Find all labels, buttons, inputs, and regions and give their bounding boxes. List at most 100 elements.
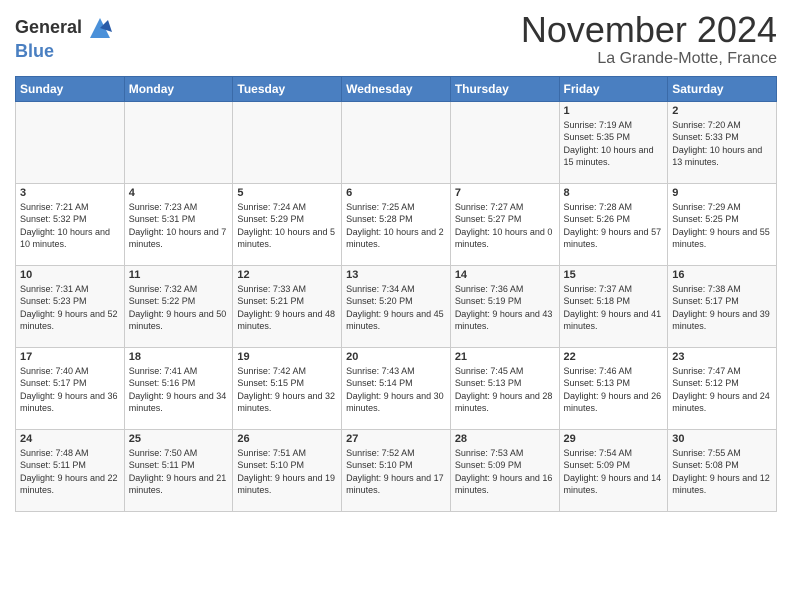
day-info: Sunrise: 7:40 AM Sunset: 5:17 PM Dayligh…: [20, 365, 120, 415]
weekday-header-sunday: Sunday: [16, 76, 125, 101]
calendar-cell: 7 Sunrise: 7:27 AM Sunset: 5:27 PM Daylig…: [450, 183, 559, 265]
week-row-2: 3 Sunrise: 7:21 AM Sunset: 5:32 PM Daylig…: [16, 183, 777, 265]
calendar-cell: 3 Sunrise: 7:21 AM Sunset: 5:32 PM Daylig…: [16, 183, 125, 265]
day-info: Sunrise: 7:41 AM Sunset: 5:16 PM Dayligh…: [129, 365, 229, 415]
weekday-header-saturday: Saturday: [668, 76, 777, 101]
title-block: November 2024 La Grande-Motte, France: [521, 10, 777, 68]
calendar-cell: 11Sunrise: 7:32 AM Sunset: 5:22 PM Dayli…: [124, 265, 233, 347]
weekday-header-tuesday: Tuesday: [233, 76, 342, 101]
day-number: 19: [237, 351, 337, 363]
day-number: 17: [20, 351, 120, 363]
day-info: Sunrise: 7:38 AM Sunset: 5:17 PM Dayligh…: [672, 283, 772, 333]
day-number: 14: [455, 269, 555, 281]
location: La Grande-Motte, France: [521, 50, 777, 68]
calendar-cell: 19Sunrise: 7:42 AM Sunset: 5:15 PM Dayli…: [233, 347, 342, 429]
day-number: 2: [672, 105, 772, 117]
day-info: Sunrise: 7:54 AM Sunset: 5:09 PM Dayligh…: [564, 447, 664, 497]
day-info: Sunrise: 7:31 AM Sunset: 5:23 PM Dayligh…: [20, 283, 120, 333]
day-number: 26: [237, 433, 337, 445]
calendar-table: SundayMondayTuesdayWednesdayThursdayFrid…: [15, 76, 777, 512]
day-number: 11: [129, 269, 229, 281]
day-info: Sunrise: 7:25 AM Sunset: 5:28 PM Dayligh…: [346, 201, 446, 251]
calendar-cell: 28Sunrise: 7:53 AM Sunset: 5:09 PM Dayli…: [450, 429, 559, 511]
calendar-cell: 2 Sunrise: 7:20 AM Sunset: 5:33 PM Daylig…: [668, 101, 777, 183]
calendar-cell: 13 Sunrise: 7:34 AM Sunset: 5:20 PM Dayli…: [342, 265, 451, 347]
logo-text-blue: Blue: [15, 41, 54, 61]
weekday-header-thursday: Thursday: [450, 76, 559, 101]
day-info: Sunrise: 7:34 AM Sunset: 5:20 PM Dayligh…: [346, 283, 446, 333]
day-info: Sunrise: 7:29 AM Sunset: 5:25 PM Dayligh…: [672, 201, 772, 251]
calendar-cell: [342, 101, 451, 183]
calendar-cell: 5 Sunrise: 7:24 AM Sunset: 5:29 PM Daylig…: [233, 183, 342, 265]
calendar-cell: 24 Sunrise: 7:48 AM Sunset: 5:11 PM Dayli…: [16, 429, 125, 511]
day-number: 10: [20, 269, 120, 281]
calendar-cell: 27Sunrise: 7:52 AM Sunset: 5:10 PM Dayli…: [342, 429, 451, 511]
day-number: 3: [20, 187, 120, 199]
day-info: Sunrise: 7:43 AM Sunset: 5:14 PM Dayligh…: [346, 365, 446, 415]
day-info: Sunrise: 7:37 AM Sunset: 5:18 PM Dayligh…: [564, 283, 664, 333]
calendar-cell: 20 Sunrise: 7:43 AM Sunset: 5:14 PM Dayli…: [342, 347, 451, 429]
day-number: 8: [564, 187, 664, 199]
day-info: Sunrise: 7:47 AM Sunset: 5:12 PM Dayligh…: [672, 365, 772, 415]
header: General Blue November 2024 La Grande-Mot…: [15, 10, 777, 68]
day-number: 5: [237, 187, 337, 199]
logo-icon: [86, 14, 114, 42]
calendar-cell: 8 Sunrise: 7:28 AM Sunset: 5:26 PM Daylig…: [559, 183, 668, 265]
calendar-cell: 29 Sunrise: 7:54 AM Sunset: 5:09 PM Dayli…: [559, 429, 668, 511]
calendar-cell: 16Sunrise: 7:38 AM Sunset: 5:17 PM Dayli…: [668, 265, 777, 347]
day-number: 12: [237, 269, 337, 281]
month-title: November 2024: [521, 10, 777, 50]
day-number: 22: [564, 351, 664, 363]
header-row: SundayMondayTuesdayWednesdayThursdayFrid…: [16, 76, 777, 101]
day-number: 18: [129, 351, 229, 363]
day-info: Sunrise: 7:33 AM Sunset: 5:21 PM Dayligh…: [237, 283, 337, 333]
day-number: 9: [672, 187, 772, 199]
weekday-header-monday: Monday: [124, 76, 233, 101]
day-info: Sunrise: 7:19 AM Sunset: 5:35 PM Dayligh…: [564, 119, 664, 169]
calendar-cell: 10 Sunrise: 7:31 AM Sunset: 5:23 PM Dayli…: [16, 265, 125, 347]
day-info: Sunrise: 7:20 AM Sunset: 5:33 PM Dayligh…: [672, 119, 772, 169]
day-info: Sunrise: 7:51 AM Sunset: 5:10 PM Dayligh…: [237, 447, 337, 497]
day-info: Sunrise: 7:55 AM Sunset: 5:08 PM Dayligh…: [672, 447, 772, 497]
day-info: Sunrise: 7:45 AM Sunset: 5:13 PM Dayligh…: [455, 365, 555, 415]
day-number: 6: [346, 187, 446, 199]
day-info: Sunrise: 7:50 AM Sunset: 5:11 PM Dayligh…: [129, 447, 229, 497]
day-number: 27: [346, 433, 446, 445]
logo: General Blue: [15, 14, 114, 62]
page: General Blue November 2024 La Grande-Mot…: [0, 0, 792, 522]
day-number: 15: [564, 269, 664, 281]
calendar-cell: 22 Sunrise: 7:46 AM Sunset: 5:13 PM Dayli…: [559, 347, 668, 429]
logo-text-general: General: [15, 18, 82, 38]
calendar-cell: [450, 101, 559, 183]
day-info: Sunrise: 7:27 AM Sunset: 5:27 PM Dayligh…: [455, 201, 555, 251]
calendar-cell: 14Sunrise: 7:36 AM Sunset: 5:19 PM Dayli…: [450, 265, 559, 347]
calendar-cell: 30Sunrise: 7:55 AM Sunset: 5:08 PM Dayli…: [668, 429, 777, 511]
calendar-cell: 6 Sunrise: 7:25 AM Sunset: 5:28 PM Daylig…: [342, 183, 451, 265]
calendar-cell: 26 Sunrise: 7:51 AM Sunset: 5:10 PM Dayli…: [233, 429, 342, 511]
calendar-cell: [124, 101, 233, 183]
day-info: Sunrise: 7:24 AM Sunset: 5:29 PM Dayligh…: [237, 201, 337, 251]
day-info: Sunrise: 7:46 AM Sunset: 5:13 PM Dayligh…: [564, 365, 664, 415]
day-number: 20: [346, 351, 446, 363]
weekday-header-wednesday: Wednesday: [342, 76, 451, 101]
day-info: Sunrise: 7:21 AM Sunset: 5:32 PM Dayligh…: [20, 201, 120, 251]
day-number: 23: [672, 351, 772, 363]
day-info: Sunrise: 7:48 AM Sunset: 5:11 PM Dayligh…: [20, 447, 120, 497]
day-info: Sunrise: 7:28 AM Sunset: 5:26 PM Dayligh…: [564, 201, 664, 251]
day-number: 25: [129, 433, 229, 445]
calendar-cell: 1 Sunrise: 7:19 AM Sunset: 5:35 PM Daylig…: [559, 101, 668, 183]
calendar-cell: 15 Sunrise: 7:37 AM Sunset: 5:18 PM Dayli…: [559, 265, 668, 347]
calendar-cell: 25 Sunrise: 7:50 AM Sunset: 5:11 PM Dayli…: [124, 429, 233, 511]
week-row-5: 24 Sunrise: 7:48 AM Sunset: 5:11 PM Dayli…: [16, 429, 777, 511]
calendar-cell: [16, 101, 125, 183]
calendar-cell: 17 Sunrise: 7:40 AM Sunset: 5:17 PM Dayli…: [16, 347, 125, 429]
day-number: 24: [20, 433, 120, 445]
day-info: Sunrise: 7:53 AM Sunset: 5:09 PM Dayligh…: [455, 447, 555, 497]
day-number: 1: [564, 105, 664, 117]
week-row-1: 1 Sunrise: 7:19 AM Sunset: 5:35 PM Daylig…: [16, 101, 777, 183]
day-number: 7: [455, 187, 555, 199]
week-row-4: 17 Sunrise: 7:40 AM Sunset: 5:17 PM Dayli…: [16, 347, 777, 429]
day-number: 29: [564, 433, 664, 445]
day-number: 13: [346, 269, 446, 281]
day-number: 4: [129, 187, 229, 199]
